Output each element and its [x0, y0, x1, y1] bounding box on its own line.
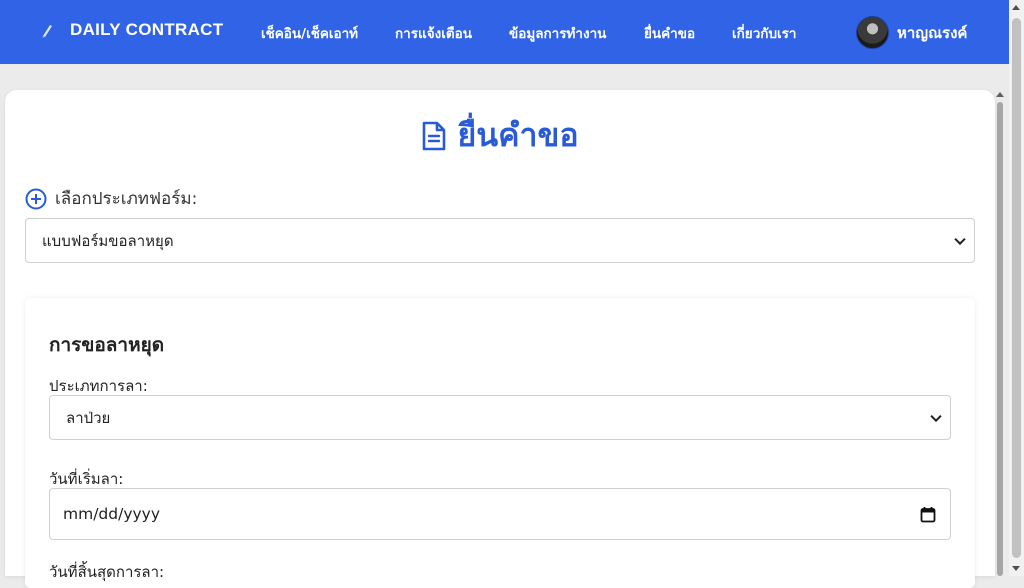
form-type-select[interactable]: แบบฟอร์มขอลาหยุด [25, 218, 975, 263]
brand-name: DAILY CONTRACT [70, 20, 224, 39]
request-card: ยื่นคำขอ เลือกประเภทฟอร์ม: แบบฟอร์มขอลาห… [5, 90, 995, 588]
card-scrollbar[interactable] [995, 90, 1009, 576]
calendar-icon[interactable] [920, 506, 936, 523]
form-type-selected: แบบฟอร์มขอลาหยุด [42, 231, 174, 250]
user-name: หาญณรงค์ [897, 23, 968, 42]
page-scrollbar[interactable] [1009, 0, 1024, 576]
nav-submit-request[interactable]: ยื่นคำขอ [644, 22, 695, 44]
top-navbar: DAILY CONTRACT เช็คอิน/เช็คเอาท์ การแจ้ง… [0, 0, 1009, 64]
user-menu[interactable]: หาญณรงค์ [856, 16, 967, 49]
document-icon [423, 121, 446, 150]
scroll-up-icon[interactable] [996, 92, 1004, 97]
page-title-text: ยื่นคำขอ [457, 116, 579, 154]
nav-work-info[interactable]: ข้อมูลการทำงาน [509, 22, 606, 44]
form-type-label-text: เลือกประเภทฟอร์ม: [55, 189, 198, 209]
page-scroll-thumb[interactable] [1012, 18, 1021, 558]
leave-type-selected: ลาป่วย [66, 408, 111, 427]
form-type-label: เลือกประเภทฟอร์ม: [25, 185, 197, 212]
card-scroll-thumb[interactable] [997, 102, 1003, 576]
leave-form-title: การขอลาหยุด [49, 334, 165, 356]
nav-about[interactable]: เกี่ยวกับเรา [732, 22, 796, 44]
end-date-label: วันที่สิ้นสุดการลา: [49, 563, 165, 581]
page-title: ยื่นคำขอ [5, 110, 995, 161]
chevron-down-icon [954, 233, 966, 245]
plus-circle-icon [25, 188, 47, 209]
pen-icon [42, 25, 52, 38]
avatar [856, 16, 889, 49]
leave-type-select[interactable]: ลาป่วย [49, 395, 951, 440]
brand[interactable]: DAILY CONTRACT [40, 20, 223, 40]
scroll-down-icon[interactable] [1012, 566, 1020, 571]
leave-form: การขอลาหยุด ประเภทการลา: ลาป่วย วันที่เร… [25, 298, 975, 588]
nav-checkin[interactable]: เช็คอิน/เช็คเอาท์ [261, 22, 358, 44]
start-date-placeholder: mm/dd/yyyy [63, 505, 161, 523]
nav-notifications[interactable]: การแจ้งเตือน [395, 22, 472, 44]
chevron-down-icon [930, 410, 942, 422]
start-date-input[interactable]: mm/dd/yyyy [49, 488, 951, 540]
scroll-up-icon[interactable] [1012, 5, 1020, 10]
